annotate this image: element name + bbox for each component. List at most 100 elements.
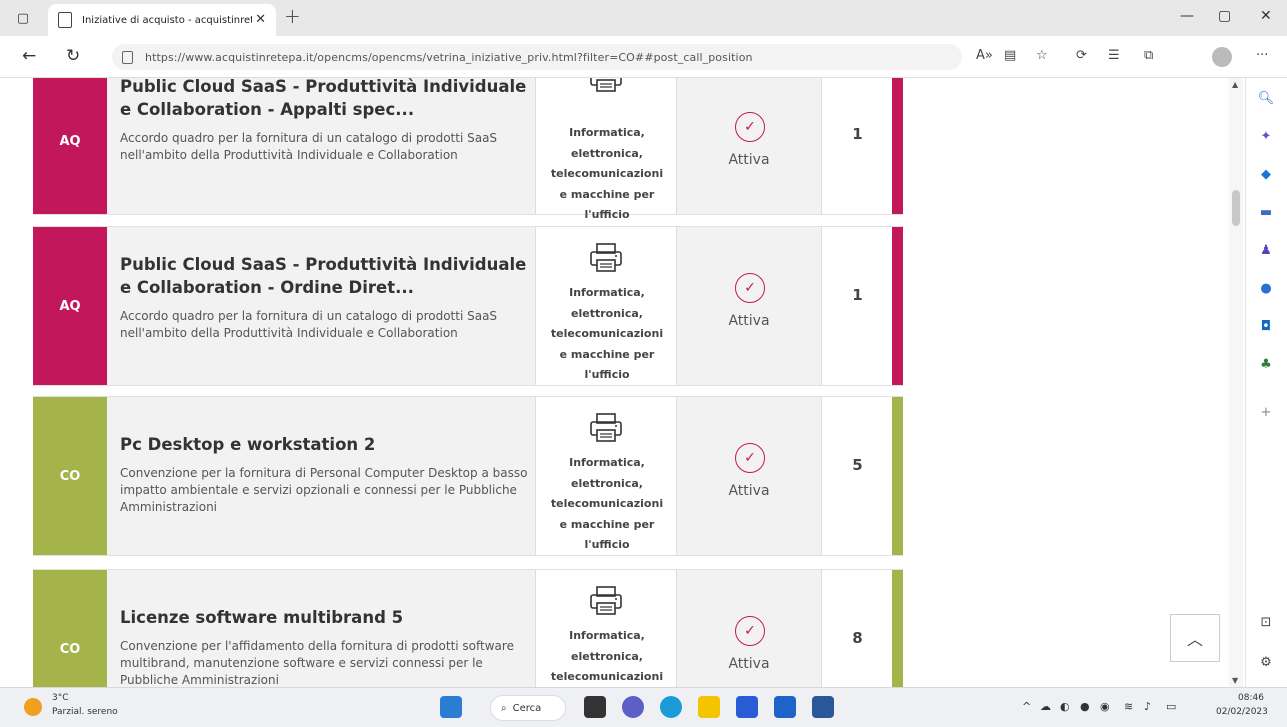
extensions-icon[interactable]: ⟳ [1076,48,1087,63]
tray-app-icon[interactable]: ◉ [1100,700,1110,713]
scroll-up-icon[interactable]: ▲ [1232,80,1238,89]
status-column: ✓ Attiva [677,570,821,687]
card-accent-bar [892,570,903,687]
page-scrollbar[interactable]: ▲ ▼ [1229,78,1243,687]
teams-chat-icon[interactable] [622,696,644,718]
maximize-button[interactable]: ▢ [1218,8,1231,24]
weather-description: Parzial. sereno [52,707,118,717]
task-view-icon[interactable] [584,696,606,718]
collections-icon[interactable]: ⧉ [1144,48,1153,63]
file-explorer-icon[interactable] [698,696,720,718]
printer-icon [589,413,623,443]
battery-icon[interactable]: ▭ [1166,700,1176,713]
initiative-card[interactable]: AQ Public Cloud SaaS - Produttività Indiv… [33,226,903,386]
tray-chevron-icon[interactable]: ^ [1022,700,1031,713]
initiative-title[interactable]: Pc Desktop e workstation 2 [120,433,540,456]
category-label: e macchine per [559,517,655,531]
url-text: https://www.acquistinretepa.it/opencms/o… [145,50,753,64]
clock-time[interactable]: 08:46 [1238,693,1264,703]
initiative-title[interactable]: Public Cloud SaaS - Produttività Individ… [120,78,540,121]
office-icon[interactable]: ● [1258,280,1274,296]
card-accent-bar [892,397,903,555]
new-tab-button[interactable]: + [284,4,301,28]
clock-date[interactable]: 02/02/2023 [1216,707,1268,717]
outlook-icon[interactable]: ◘ [1258,318,1274,334]
search-icon: ⌕ [501,702,507,714]
back-arrow-icon[interactable]: ← [22,46,36,66]
weather-sun-icon[interactable] [24,698,42,716]
check-circle-icon: ✓ [735,273,765,303]
tools-icon[interactable]: ▬ [1258,204,1274,220]
games-icon[interactable]: ♟ [1258,242,1274,258]
check-circle-icon: ✓ [735,112,765,142]
card-accent-bar [892,227,903,385]
scroll-down-icon[interactable]: ▼ [1232,676,1238,685]
category-label: Informatica, [569,456,645,469]
shopping-icon[interactable]: ◆ [1258,166,1274,182]
count-column: 8 [821,570,892,687]
refresh-icon[interactable]: ↻ [66,46,80,66]
status-label: Attiva [728,152,770,168]
tray-app-icon[interactable]: ● [1080,700,1090,713]
taskbar-search[interactable]: ⌕ Cerca [490,695,566,721]
word-icon[interactable] [812,696,834,718]
close-window-button[interactable]: ✕ [1260,8,1272,24]
count-column: 1 [821,227,892,385]
lots-count: 1 [852,125,863,143]
start-windows-icon[interactable] [440,696,462,718]
profile-avatar[interactable] [1212,47,1232,67]
initiative-type-badge: AQ [33,227,107,385]
printer-icon [589,243,623,273]
category-column: Informatica, elettronica, telecomunicazion… [535,78,677,221]
printer-icon [589,586,623,616]
lots-count: 5 [852,456,863,474]
settings-gear-icon[interactable]: ⚙ [1258,654,1274,670]
mail-icon[interactable] [774,696,796,718]
category-label: e macchine per [559,347,655,361]
initiative-title[interactable]: Licenze software multibrand 5 [120,606,540,629]
lots-count: 8 [852,629,863,647]
tree-icon[interactable]: ♣ [1258,356,1274,372]
read-aloud-icon[interactable]: A» [976,48,993,63]
initiative-type-badge: CO [33,397,107,555]
category-label: telecomunicazioni [550,670,664,683]
onedrive-icon[interactable]: ☁ [1040,700,1051,713]
initiative-card[interactable]: AQ Public Cloud SaaS - Produttività Indiv… [33,78,903,221]
favorites-icon[interactable]: ☰ [1108,48,1120,63]
status-column: ✓ Attiva [677,227,821,385]
store-icon[interactable] [736,696,758,718]
tab-close-icon[interactable]: ✕ [255,12,266,27]
category-label: elettronica, [571,476,643,490]
check-circle-icon: ✓ [735,443,765,473]
more-menu-icon[interactable]: ··· [1256,48,1268,63]
initiative-title[interactable]: Public Cloud SaaS - Produttività Individ… [120,253,540,299]
wifi-icon[interactable]: ≋ [1124,700,1133,713]
browser-tab-active[interactable]: Iniziative di acquisto - acquistinretepa… [48,4,276,36]
favorite-add-icon[interactable]: ☆ [1036,48,1048,63]
minimize-button[interactable]: — [1180,8,1194,24]
initiative-description: Accordo quadro per la fornitura di un ca… [120,309,498,340]
tab-title: Iniziative di acquisto - acquistinretepa [82,14,252,26]
tray-app-icon[interactable]: ◐ [1060,700,1070,713]
initiative-type-badge: AQ [33,78,107,214]
lots-count: 1 [852,286,863,304]
initiative-card[interactable]: CO Pc Desktop e workstation 2 Convenzione … [33,396,903,556]
category-column: Informatica, elettronica, telecomunicazion… [535,570,677,687]
scroll-thumb[interactable] [1232,190,1240,226]
status-column: ✓ Attiva [677,397,821,555]
status-label: Attiva [728,656,770,672]
tab-actions-icon[interactable]: ▢ [14,9,32,27]
search-icon[interactable]: 🔍︎ [1258,90,1275,106]
category-column: Informatica, elettronica, telecomunicazion… [535,227,677,385]
volume-icon[interactable]: ♪ [1144,700,1151,713]
back-to-top-button[interactable]: ︿ [1170,614,1220,662]
split-screen-icon[interactable]: ⊡ [1258,614,1274,630]
add-sidebar-icon[interactable]: + [1258,404,1274,420]
initiative-card[interactable]: CO Licenze software multibrand 5 Convenzio… [33,569,903,687]
edge-icon[interactable] [660,696,682,718]
browser-tab-bar: ▢ Iniziative di acquisto - acquistinrete… [0,0,1287,36]
immersive-reader-icon[interactable]: ▤ [1004,48,1016,63]
address-bar[interactable]: https://www.acquistinretepa.it/opencms/o… [112,44,962,70]
copilot-icon[interactable]: ✦ [1258,128,1274,144]
category-label: l'ufficio [584,538,630,551]
